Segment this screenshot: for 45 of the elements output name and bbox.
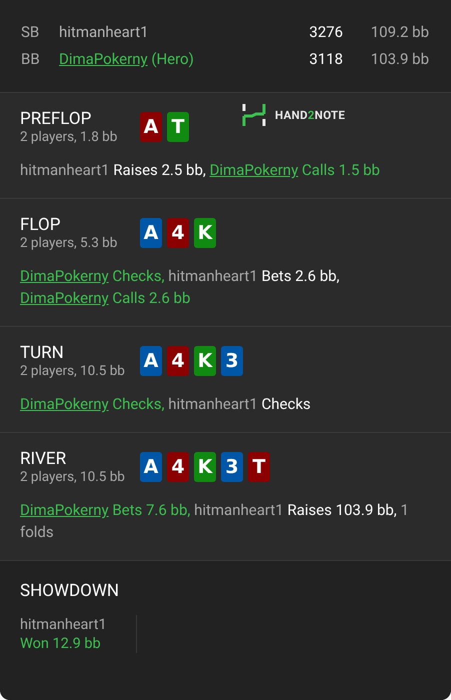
- stack-bb: 103.9 bb: [370, 49, 429, 70]
- action-log: DimaPokerny Checks, hitmanheart1 Checks: [20, 394, 312, 415]
- playing-card: 3: [221, 346, 243, 376]
- street-title: PREFLOP: [20, 109, 92, 129]
- action-log: DimaPokerny Bets 7.6 bb, hitmanheart1 Raises 103.9 bb, 1 folds: [20, 500, 410, 543]
- stack-chips: 3118: [287, 49, 357, 70]
- player-link[interactable]: DimaPokerny: [20, 289, 109, 307]
- street-info: 2 players, 10.5 bb: [20, 469, 126, 485]
- player-name: DimaPokerny (Hero): [59, 49, 195, 70]
- playing-card: K: [194, 346, 216, 376]
- playing-card: 4: [167, 218, 189, 248]
- playing-card: K: [194, 218, 216, 248]
- seat-position: SB: [21, 22, 40, 43]
- win-amount: Won 12.9 bb: [20, 634, 102, 653]
- playing-card: 4: [167, 452, 189, 482]
- playing-card: T: [167, 112, 189, 142]
- logo-icon: [241, 103, 267, 127]
- player-link[interactable]: DimaPokerny: [20, 395, 109, 413]
- stack-chips: 3276: [287, 22, 357, 43]
- player-link[interactable]: DimaPokerny: [210, 161, 298, 179]
- playing-card: 3: [221, 452, 243, 482]
- action-log: DimaPokerny Checks, hitmanheart1 Bets 2.6 bb, DimaPokerny Calls 2.6 bb: [20, 266, 340, 309]
- street-title: FLOP: [20, 215, 62, 235]
- street-title: TURN: [20, 343, 65, 363]
- player-link[interactable]: DimaPokerny: [20, 267, 109, 285]
- logo-wordmark: HAND2NOTE: [275, 108, 346, 122]
- street-info: 2 players, 5.3 bb: [20, 235, 118, 251]
- player-name: hitmanheart1: [20, 615, 108, 634]
- street-title: RIVER: [20, 449, 68, 469]
- showdown-title: SHOWDOWN: [20, 581, 120, 601]
- playing-card: K: [194, 452, 216, 482]
- playing-card: A: [140, 346, 162, 376]
- player-link[interactable]: DimaPokerny: [59, 50, 148, 68]
- playing-card: 4: [167, 346, 189, 376]
- action-log: hitmanheart1 Raises 2.5 bb, DimaPokerny Calls 1.5 bb: [20, 160, 381, 181]
- playing-card: A: [140, 112, 162, 142]
- playing-card: A: [140, 218, 162, 248]
- player-name: hitmanheart1: [59, 22, 150, 43]
- stack-bb: 109.2 bb: [370, 22, 429, 43]
- playing-card: T: [248, 452, 270, 482]
- player-link[interactable]: DimaPokerny: [20, 501, 109, 519]
- playing-card: A: [140, 452, 162, 482]
- seat-position: BB: [21, 49, 41, 70]
- street-info: 2 players, 1.8 bb: [20, 129, 118, 145]
- street-info: 2 players, 10.5 bb: [20, 363, 126, 379]
